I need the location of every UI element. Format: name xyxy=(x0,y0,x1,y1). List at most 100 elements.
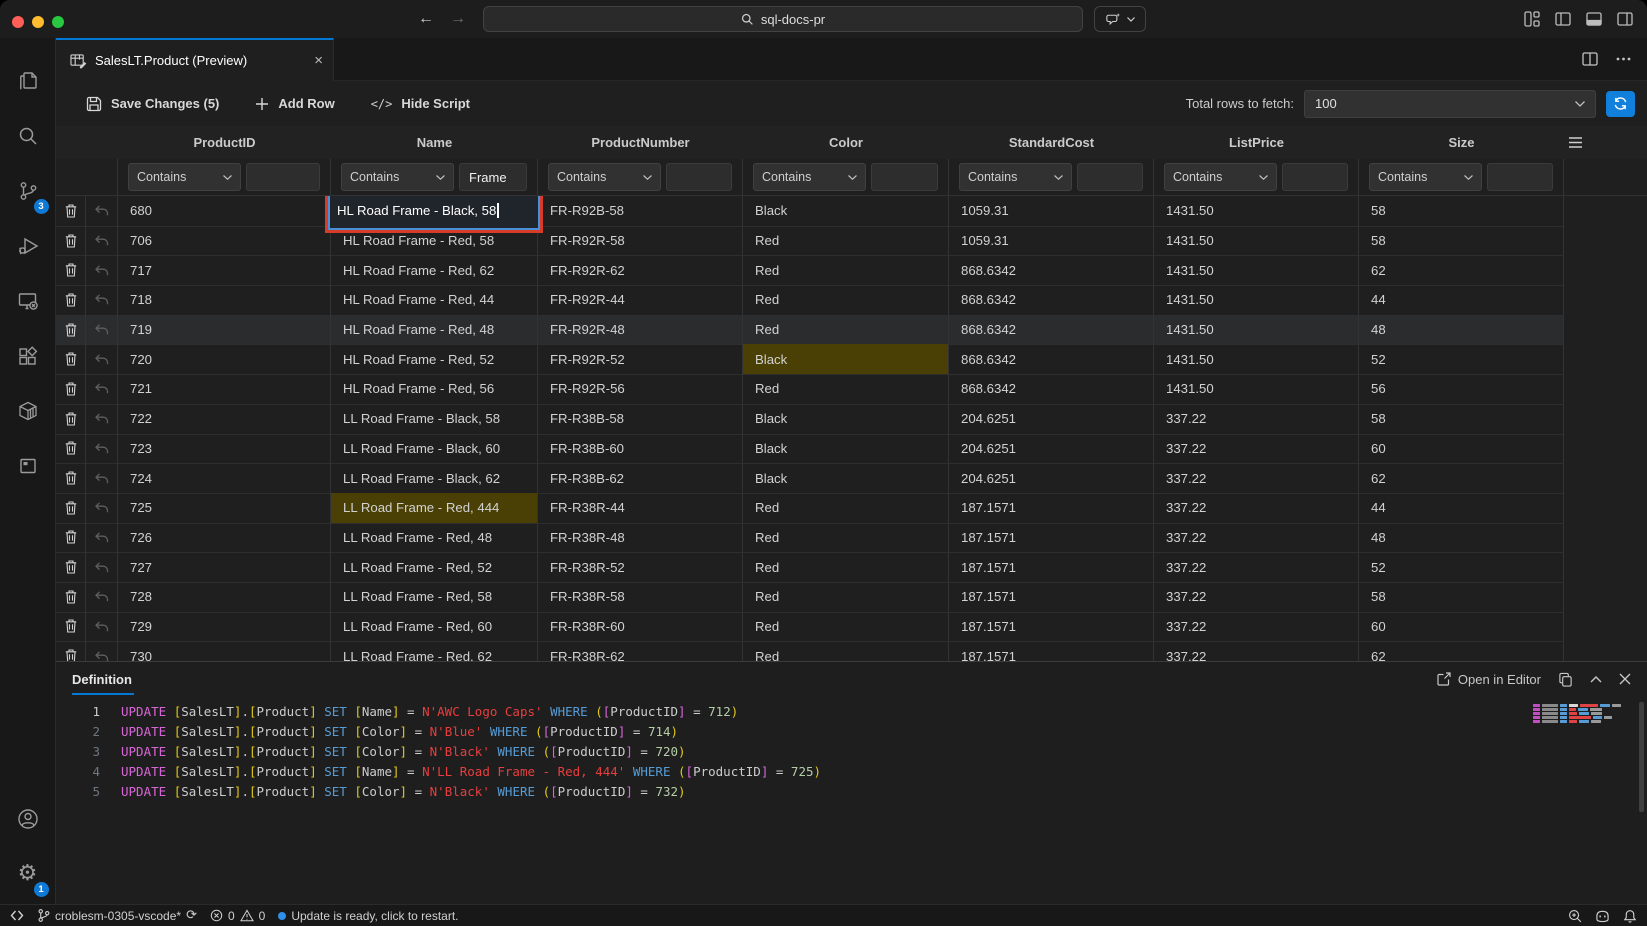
revert-row-button[interactable] xyxy=(86,523,118,554)
revert-row-button[interactable] xyxy=(86,582,118,613)
total-rows-select[interactable]: 100 xyxy=(1304,90,1596,118)
cell-productnumber[interactable]: FR-R92R-52 xyxy=(538,344,743,375)
column-header-size[interactable]: Size xyxy=(1359,126,1564,160)
delete-row-button[interactable] xyxy=(56,315,86,346)
notifications-bell-icon[interactable] xyxy=(1623,909,1637,923)
cell-listprice[interactable]: 1431.50 xyxy=(1154,255,1359,286)
filter-operator-select-name[interactable]: Contains xyxy=(341,163,454,191)
cell-size[interactable]: 44 xyxy=(1359,493,1564,524)
cell-listprice[interactable]: 337.22 xyxy=(1154,404,1359,435)
revert-row-button[interactable] xyxy=(86,641,118,661)
column-header-productnumber[interactable]: ProductNumber xyxy=(538,126,743,160)
navigate-back-icon[interactable]: ← xyxy=(418,10,434,28)
cell-productid[interactable]: 726 xyxy=(118,523,331,554)
tab-definition[interactable]: Definition xyxy=(72,672,132,687)
delete-row-button[interactable] xyxy=(56,374,86,405)
cell-productnumber[interactable]: FR-R38R-48 xyxy=(538,523,743,554)
cell-color[interactable]: Red xyxy=(743,285,949,316)
cell-productid[interactable]: 727 xyxy=(118,552,331,583)
cell-listprice[interactable]: 337.22 xyxy=(1154,612,1359,643)
cell-standardcost[interactable]: 868.6342 xyxy=(949,374,1154,405)
refresh-button[interactable] xyxy=(1606,91,1635,117)
accounts-icon[interactable] xyxy=(4,794,52,844)
cell-color[interactable]: Red xyxy=(743,612,949,643)
cell-standardcost[interactable]: 187.1571 xyxy=(949,552,1154,583)
cell-color[interactable]: Red xyxy=(743,374,949,405)
cell-productnumber[interactable]: FR-R38R-52 xyxy=(538,552,743,583)
cell-listprice[interactable]: 337.22 xyxy=(1154,493,1359,524)
cell-name[interactable]: HL Road Frame - Red, 62 xyxy=(331,255,538,286)
cell-color[interactable]: Red xyxy=(743,315,949,346)
cell-color[interactable]: Red xyxy=(743,582,949,613)
cell-size[interactable]: 60 xyxy=(1359,612,1564,643)
revert-row-button[interactable] xyxy=(86,196,118,227)
remote-explorer-icon[interactable] xyxy=(4,276,52,326)
close-window-button[interactable] xyxy=(12,16,24,28)
cell-color[interactable]: Black xyxy=(743,463,949,494)
sql-line[interactable]: 5UPDATE [SalesLT].[Product] SET [Color] … xyxy=(56,782,1647,802)
cell-listprice[interactable]: 1431.50 xyxy=(1154,344,1359,375)
save-changes-button[interactable]: Save Changes (5) xyxy=(86,96,219,112)
cell-productnumber[interactable]: FR-R38B-60 xyxy=(538,434,743,465)
run-and-debug-icon[interactable] xyxy=(4,221,52,271)
copilot-menu-button[interactable] xyxy=(1094,6,1146,32)
update-ready-status[interactable]: Update is ready, click to restart. xyxy=(278,909,458,923)
cell-productid[interactable]: 717 xyxy=(118,255,331,286)
delete-row-button[interactable] xyxy=(56,404,86,435)
extensions-icon[interactable] xyxy=(4,331,52,381)
toggle-primary-sidebar-icon[interactable] xyxy=(1555,11,1571,27)
zoom-status-icon[interactable] xyxy=(1568,909,1582,923)
cell-name[interactable]: LL Road Frame - Black, 60 xyxy=(331,434,538,465)
cell-size[interactable]: 62 xyxy=(1359,255,1564,286)
column-header-standardcost[interactable]: StandardCost xyxy=(949,126,1154,160)
delete-row-button[interactable] xyxy=(56,226,86,257)
cell-productnumber[interactable]: FR-R92R-58 xyxy=(538,226,743,257)
navigate-forward-icon[interactable]: → xyxy=(450,10,466,28)
delete-row-button[interactable] xyxy=(56,612,86,643)
cell-standardcost[interactable]: 868.6342 xyxy=(949,285,1154,316)
cell-standardcost[interactable]: 868.6342 xyxy=(949,255,1154,286)
more-actions-icon[interactable] xyxy=(1616,57,1631,61)
cell-productid[interactable]: 723 xyxy=(118,434,331,465)
revert-row-button[interactable] xyxy=(86,374,118,405)
cell-productnumber[interactable]: FR-R92R-44 xyxy=(538,285,743,316)
cell-name[interactable]: LL Road Frame - Black, 62 xyxy=(331,463,538,494)
cell-listprice[interactable]: 1431.50 xyxy=(1154,226,1359,257)
cell-color[interactable]: Red xyxy=(743,523,949,554)
filter-value-input-standardcost[interactable] xyxy=(1077,163,1143,191)
filter-value-input-color[interactable] xyxy=(871,163,938,191)
filter-operator-select-listprice[interactable]: Contains xyxy=(1164,163,1277,191)
settings-gear-icon[interactable]: ⚙ 1 xyxy=(4,849,52,899)
cell-productid[interactable]: 729 xyxy=(118,612,331,643)
cell-size[interactable]: 62 xyxy=(1359,641,1564,661)
revert-row-button[interactable] xyxy=(86,434,118,465)
cell-name[interactable]: HL Road Frame - Red, 52 xyxy=(331,344,538,375)
delete-row-button[interactable] xyxy=(56,463,86,494)
open-in-editor-button[interactable]: Open in Editor xyxy=(1437,672,1541,687)
cell-productid[interactable]: 730 xyxy=(118,641,331,661)
cell-color[interactable]: Black xyxy=(743,344,949,375)
delete-row-button[interactable] xyxy=(56,255,86,286)
filter-value-input-productnumber[interactable] xyxy=(666,163,732,191)
filter-operator-select-standardcost[interactable]: Contains xyxy=(959,163,1072,191)
revert-row-button[interactable] xyxy=(86,404,118,435)
revert-row-button[interactable] xyxy=(86,344,118,375)
cell-standardcost[interactable]: 868.6342 xyxy=(949,344,1154,375)
cell-listprice[interactable]: 337.22 xyxy=(1154,523,1359,554)
cell-size[interactable]: 60 xyxy=(1359,434,1564,465)
cell-productid[interactable]: 728 xyxy=(118,582,331,613)
cell-productnumber[interactable]: FR-R92R-62 xyxy=(538,255,743,286)
cell-size[interactable]: 56 xyxy=(1359,374,1564,405)
minimize-window-button[interactable] xyxy=(32,16,44,28)
cell-productid[interactable]: 724 xyxy=(118,463,331,494)
cell-name[interactable]: HL Road Frame - Red, 44 xyxy=(331,285,538,316)
cell-size[interactable]: 58 xyxy=(1359,582,1564,613)
cell-color[interactable]: Red xyxy=(743,493,949,524)
revert-row-button[interactable] xyxy=(86,226,118,257)
remote-indicator[interactable] xyxy=(10,909,24,922)
cell-productid[interactable]: 721 xyxy=(118,374,331,405)
cell-name[interactable]: LL Road Frame - Black, 58 xyxy=(331,404,538,435)
cell-productid[interactable]: 680 xyxy=(118,196,331,227)
cell-size[interactable]: 48 xyxy=(1359,523,1564,554)
tab-salesltproduct-preview[interactable]: SalesLT.Product (Preview) × xyxy=(56,38,334,81)
